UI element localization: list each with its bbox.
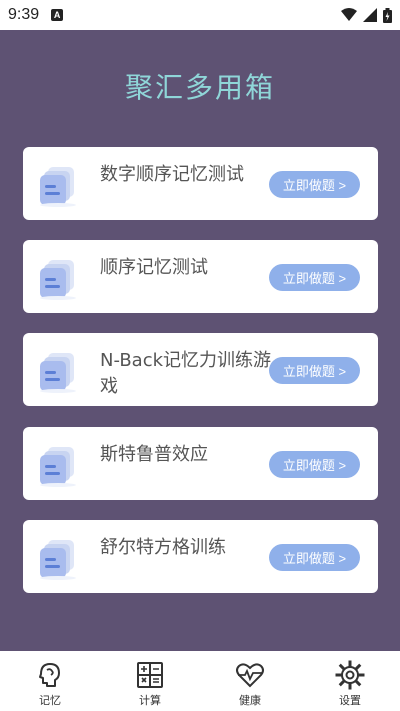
nav-item-health[interactable]: 健康 (200, 651, 300, 711)
document-stack-icon (40, 447, 76, 487)
start-quiz-button[interactable]: 立即做题 > (269, 264, 360, 291)
document-stack-icon (40, 353, 76, 393)
notification-app-icon: A (51, 9, 64, 21)
card-icon (38, 165, 82, 211)
test-card[interactable]: 数字顺序记忆测试 立即做题 > (23, 147, 378, 220)
start-quiz-button[interactable]: 立即做题 > (269, 171, 360, 198)
nav-label: 记忆 (39, 694, 61, 707)
signal-icon (363, 8, 377, 22)
page-title: 聚汇多用箱 (124, 71, 275, 104)
card-icon (38, 351, 82, 397)
brain-icon (39, 663, 60, 687)
gear-icon (335, 660, 365, 690)
nav-item-calculate[interactable]: 计算 (100, 651, 200, 711)
card-title: 斯特鲁普效应 (100, 444, 208, 465)
bottom-nav: 记忆 计算 健康 设置 (0, 651, 400, 711)
card-icon (38, 258, 82, 304)
test-card[interactable]: 舒尔特方格训练 立即做题 > (23, 520, 378, 593)
wifi-icon (341, 8, 357, 21)
document-stack-icon (40, 167, 76, 207)
test-card[interactable]: 斯特鲁普效应 立即做题 > (23, 427, 378, 500)
status-icons (341, 7, 392, 23)
nav-item-settings[interactable]: 设置 (300, 651, 400, 711)
nav-label: 计算 (139, 694, 161, 707)
card-title: 数字顺序记忆测试 (100, 164, 244, 185)
nav-label: 设置 (339, 694, 361, 707)
document-stack-icon (40, 260, 76, 300)
start-quiz-button[interactable]: 立即做题 > (269, 357, 360, 384)
start-quiz-button[interactable]: 立即做题 > (269, 544, 360, 571)
test-card[interactable]: 顺序记忆测试 立即做题 > (23, 240, 378, 313)
start-quiz-button[interactable]: 立即做题 > (269, 451, 360, 478)
document-stack-icon (40, 540, 76, 580)
status-bar: 9:39 A (0, 0, 400, 30)
card-icon (38, 445, 82, 491)
status-time: 9:39 (8, 6, 40, 23)
test-card[interactable]: N-Back记忆力训练游戏 立即做题 > (23, 333, 378, 406)
card-title: 顺序记忆测试 (100, 257, 208, 278)
battery-icon (383, 7, 392, 23)
calculator-icon (137, 662, 163, 688)
nav-label: 健康 (239, 694, 261, 707)
nav-item-memory[interactable]: 记忆 (0, 651, 100, 711)
card-title: N-Back记忆力训练游戏 (100, 350, 272, 397)
card-title: 舒尔特方格训练 (100, 537, 226, 558)
card-icon (38, 538, 82, 584)
heart-pulse-icon (236, 663, 264, 688)
